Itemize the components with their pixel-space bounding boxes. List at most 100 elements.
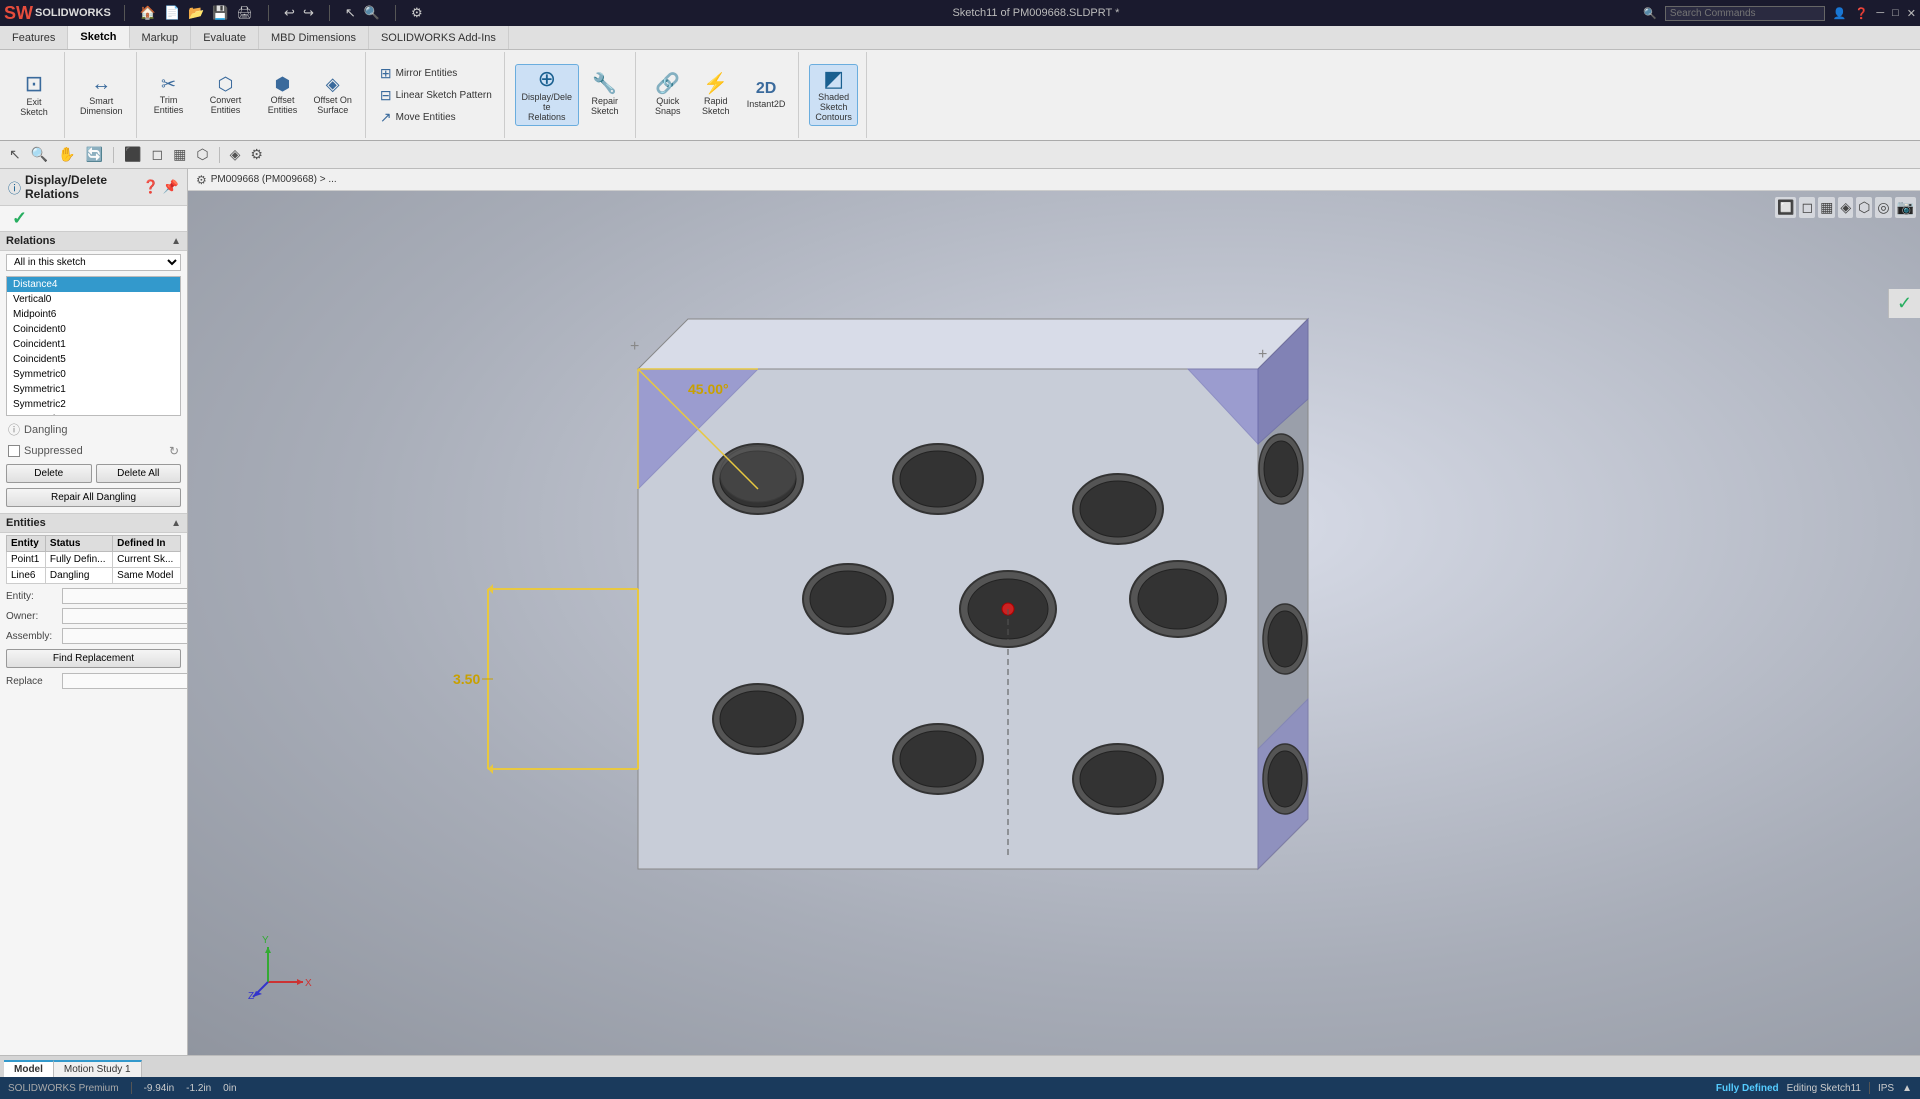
vp-appearance-icon[interactable]: ◎ <box>1875 197 1891 218</box>
instant2d-button[interactable]: 2D Instant2D <box>742 78 791 112</box>
entities-table-container: Entity Status Defined In Point1 Fully De… <box>0 533 187 586</box>
convert-entities-button[interactable]: ⬡ Convert Entities <box>195 72 257 118</box>
relation-item-vertical0[interactable]: Vertical0 <box>7 292 180 307</box>
gear-icon[interactable]: ⚙ <box>408 3 426 23</box>
select-icon[interactable]: ↖ <box>342 3 359 23</box>
tab-addins[interactable]: SOLIDWORKS Add-Ins <box>369 26 509 49</box>
vp-display-icon[interactable]: ▦ <box>1818 197 1835 218</box>
logo-icon: SW <box>4 3 33 24</box>
mirror-entities-button[interactable]: ⊞ Mirror Entities <box>376 63 496 84</box>
linear-sketch-button[interactable]: ⊟ Linear Sketch Pattern <box>376 85 496 106</box>
relation-item-coincident0[interactable]: Coincident0 <box>7 322 180 337</box>
replace-field-input[interactable] <box>62 673 188 689</box>
minimize-icon[interactable]: ─ <box>1876 7 1884 19</box>
search-input[interactable] <box>1665 6 1825 21</box>
vp-hide-icon[interactable]: ◈ <box>1838 197 1853 218</box>
open-icon[interactable]: 📂 <box>185 3 207 23</box>
undo-icon[interactable]: ↩ <box>281 3 298 23</box>
relation-item-distance4[interactable]: Distance4 <box>7 277 180 292</box>
replace-label: Replace <box>6 676 58 687</box>
top-toolbar-select: ↖ 🔍 <box>342 3 383 23</box>
vp-scene-icon[interactable]: ⬡ <box>1856 197 1872 218</box>
quick-snaps-button[interactable]: 🔗 QuickSnaps <box>646 71 690 119</box>
sec-render-icon[interactable]: ⚙ <box>247 144 266 165</box>
right-panel-accept[interactable]: ✓ <box>1897 293 1912 314</box>
entity-field-input[interactable] <box>62 588 188 604</box>
suppressed-checkbox[interactable] <box>8 445 20 457</box>
print-icon[interactable]: 🖨 <box>234 3 257 23</box>
trim-entities-button[interactable]: ✂ TrimEntities <box>147 72 191 118</box>
relations-section-header[interactable]: Relations ▲ <box>0 231 187 251</box>
relation-item-symmetric2[interactable]: Symmetric2 <box>7 397 180 412</box>
new-icon[interactable]: 📄 <box>161 3 183 23</box>
tab-sketch[interactable]: Sketch <box>68 26 129 49</box>
tab-motion-study[interactable]: Motion Study 1 <box>54 1060 142 1077</box>
viewport[interactable]: ⚙ PM009668 (PM009668) > ... 🔲 ◻ ▦ ◈ ⬡ ◎ … <box>188 169 1920 1055</box>
relation-item-symmetric0[interactable]: Symmetric0 <box>7 367 180 382</box>
panel-pin-icon[interactable]: 📌 <box>163 179 179 195</box>
relation-item-coincident1[interactable]: Coincident1 <box>7 337 180 352</box>
sec-zoom-icon[interactable]: 🔍 <box>28 144 51 165</box>
viewport-toolbar: 🔲 ◻ ▦ ◈ ⬡ ◎ 📷 <box>1775 197 1916 218</box>
relations-filter-dropdown[interactable]: All in this sketch Dangling Over Defined… <box>6 254 181 271</box>
close-icon[interactable]: ✕ <box>1907 7 1916 20</box>
entity-row-point1[interactable]: Point1 Fully Defin... Current Sk... <box>7 552 181 568</box>
relation-item-symmetric3[interactable]: Symmetric3 <box>7 412 180 416</box>
offset-entities-button[interactable]: ⬢ OffsetEntities <box>261 72 305 118</box>
shaded-sketch-contours-button[interactable]: ◩ ShadedSketchContours <box>809 64 858 126</box>
sec-3d-icon[interactable]: ▦ <box>170 144 189 165</box>
sec-box-icon[interactable]: ⬛ <box>121 144 144 165</box>
assembly-field-input[interactable] <box>62 628 188 644</box>
offset-surface-button[interactable]: ◈ Offset OnSurface <box>309 72 357 118</box>
owner-field-input[interactable] <box>62 608 188 624</box>
entity-row-line6[interactable]: Line6 Dangling Same Model <box>7 568 181 584</box>
sec-pan-icon[interactable]: ✋ <box>55 144 78 165</box>
redo-icon[interactable]: ↪ <box>300 3 317 23</box>
repair-all-dangling-button[interactable]: Repair All Dangling <box>6 488 181 507</box>
panel-help-icon[interactable]: ❓ <box>143 179 159 195</box>
status-editing: Editing Sketch11 <box>1787 1083 1861 1094</box>
status-y: -1.2in <box>186 1083 211 1094</box>
tab-mbd[interactable]: MBD Dimensions <box>259 26 369 49</box>
find-replacement-button[interactable]: Find Replacement <box>6 649 181 668</box>
sec-view-icon[interactable]: ◻ <box>148 144 166 165</box>
sec-appearance-icon[interactable]: ◈ <box>227 144 244 165</box>
vp-orient-icon[interactable]: 🔲 <box>1775 197 1796 218</box>
sec-select-icon[interactable]: ↖ <box>6 144 24 165</box>
repair-label: RepairSketch <box>591 96 619 116</box>
help-icon[interactable]: ❓ <box>1855 7 1869 20</box>
status-expand-icon[interactable]: ▲ <box>1902 1083 1912 1094</box>
account-icon[interactable]: 👤 <box>1833 7 1847 20</box>
tab-markup[interactable]: Markup <box>130 26 192 49</box>
vp-camera-icon[interactable]: 📷 <box>1895 197 1916 218</box>
repair-sketch-button[interactable]: 🔧 RepairSketch <box>583 71 627 119</box>
save-icon[interactable]: 💾 <box>209 3 231 23</box>
relation-item-symmetric1[interactable]: Symmetric1 <box>7 382 180 397</box>
tab-model[interactable]: Model <box>4 1060 54 1077</box>
search-icon[interactable]: 🔍 <box>1643 7 1657 20</box>
exit-sketch-label: ExitSketch <box>20 97 48 117</box>
relation-item-coincident5[interactable]: Coincident5 <box>7 352 180 367</box>
shaded-buttons: ◩ ShadedSketchContours <box>809 54 858 136</box>
entities-section-header[interactable]: Entities ▲ <box>0 513 187 533</box>
accept-button[interactable]: ✓ <box>4 206 35 230</box>
exit-sketch-button[interactable]: ⊡ ExitSketch <box>12 70 56 120</box>
entity-field-row: Entity: <box>0 586 187 606</box>
entity-defined-point1: Current Sk... <box>113 552 181 568</box>
relation-item-midpoint6[interactable]: Midpoint6 <box>7 307 180 322</box>
tab-features[interactable]: Features <box>0 26 68 49</box>
home-icon[interactable]: 🏠 <box>137 3 159 23</box>
rapid-sketch-button[interactable]: ⚡ RapidSketch <box>694 71 738 119</box>
find-replacement-row: Find Replacement <box>0 646 187 671</box>
delete-button[interactable]: Delete <box>6 464 92 483</box>
move-entities-button[interactable]: ↗ Move Entities <box>376 107 496 128</box>
maximize-icon[interactable]: □ <box>1892 7 1899 19</box>
delete-all-button[interactable]: Delete All <box>96 464 182 483</box>
display-delete-relations-button[interactable]: ⊕ Display/DeleteRelations <box>515 64 579 126</box>
sec-rotate-icon[interactable]: 🔄 <box>83 144 106 165</box>
vp-section-icon[interactable]: ◻ <box>1799 197 1815 218</box>
smart-dimension-button[interactable]: ↔ SmartDimension <box>75 71 128 119</box>
sec-section-icon[interactable]: ⬡ <box>193 144 211 165</box>
tab-evaluate[interactable]: Evaluate <box>191 26 259 49</box>
zoom-icon[interactable]: 🔍 <box>361 3 383 23</box>
